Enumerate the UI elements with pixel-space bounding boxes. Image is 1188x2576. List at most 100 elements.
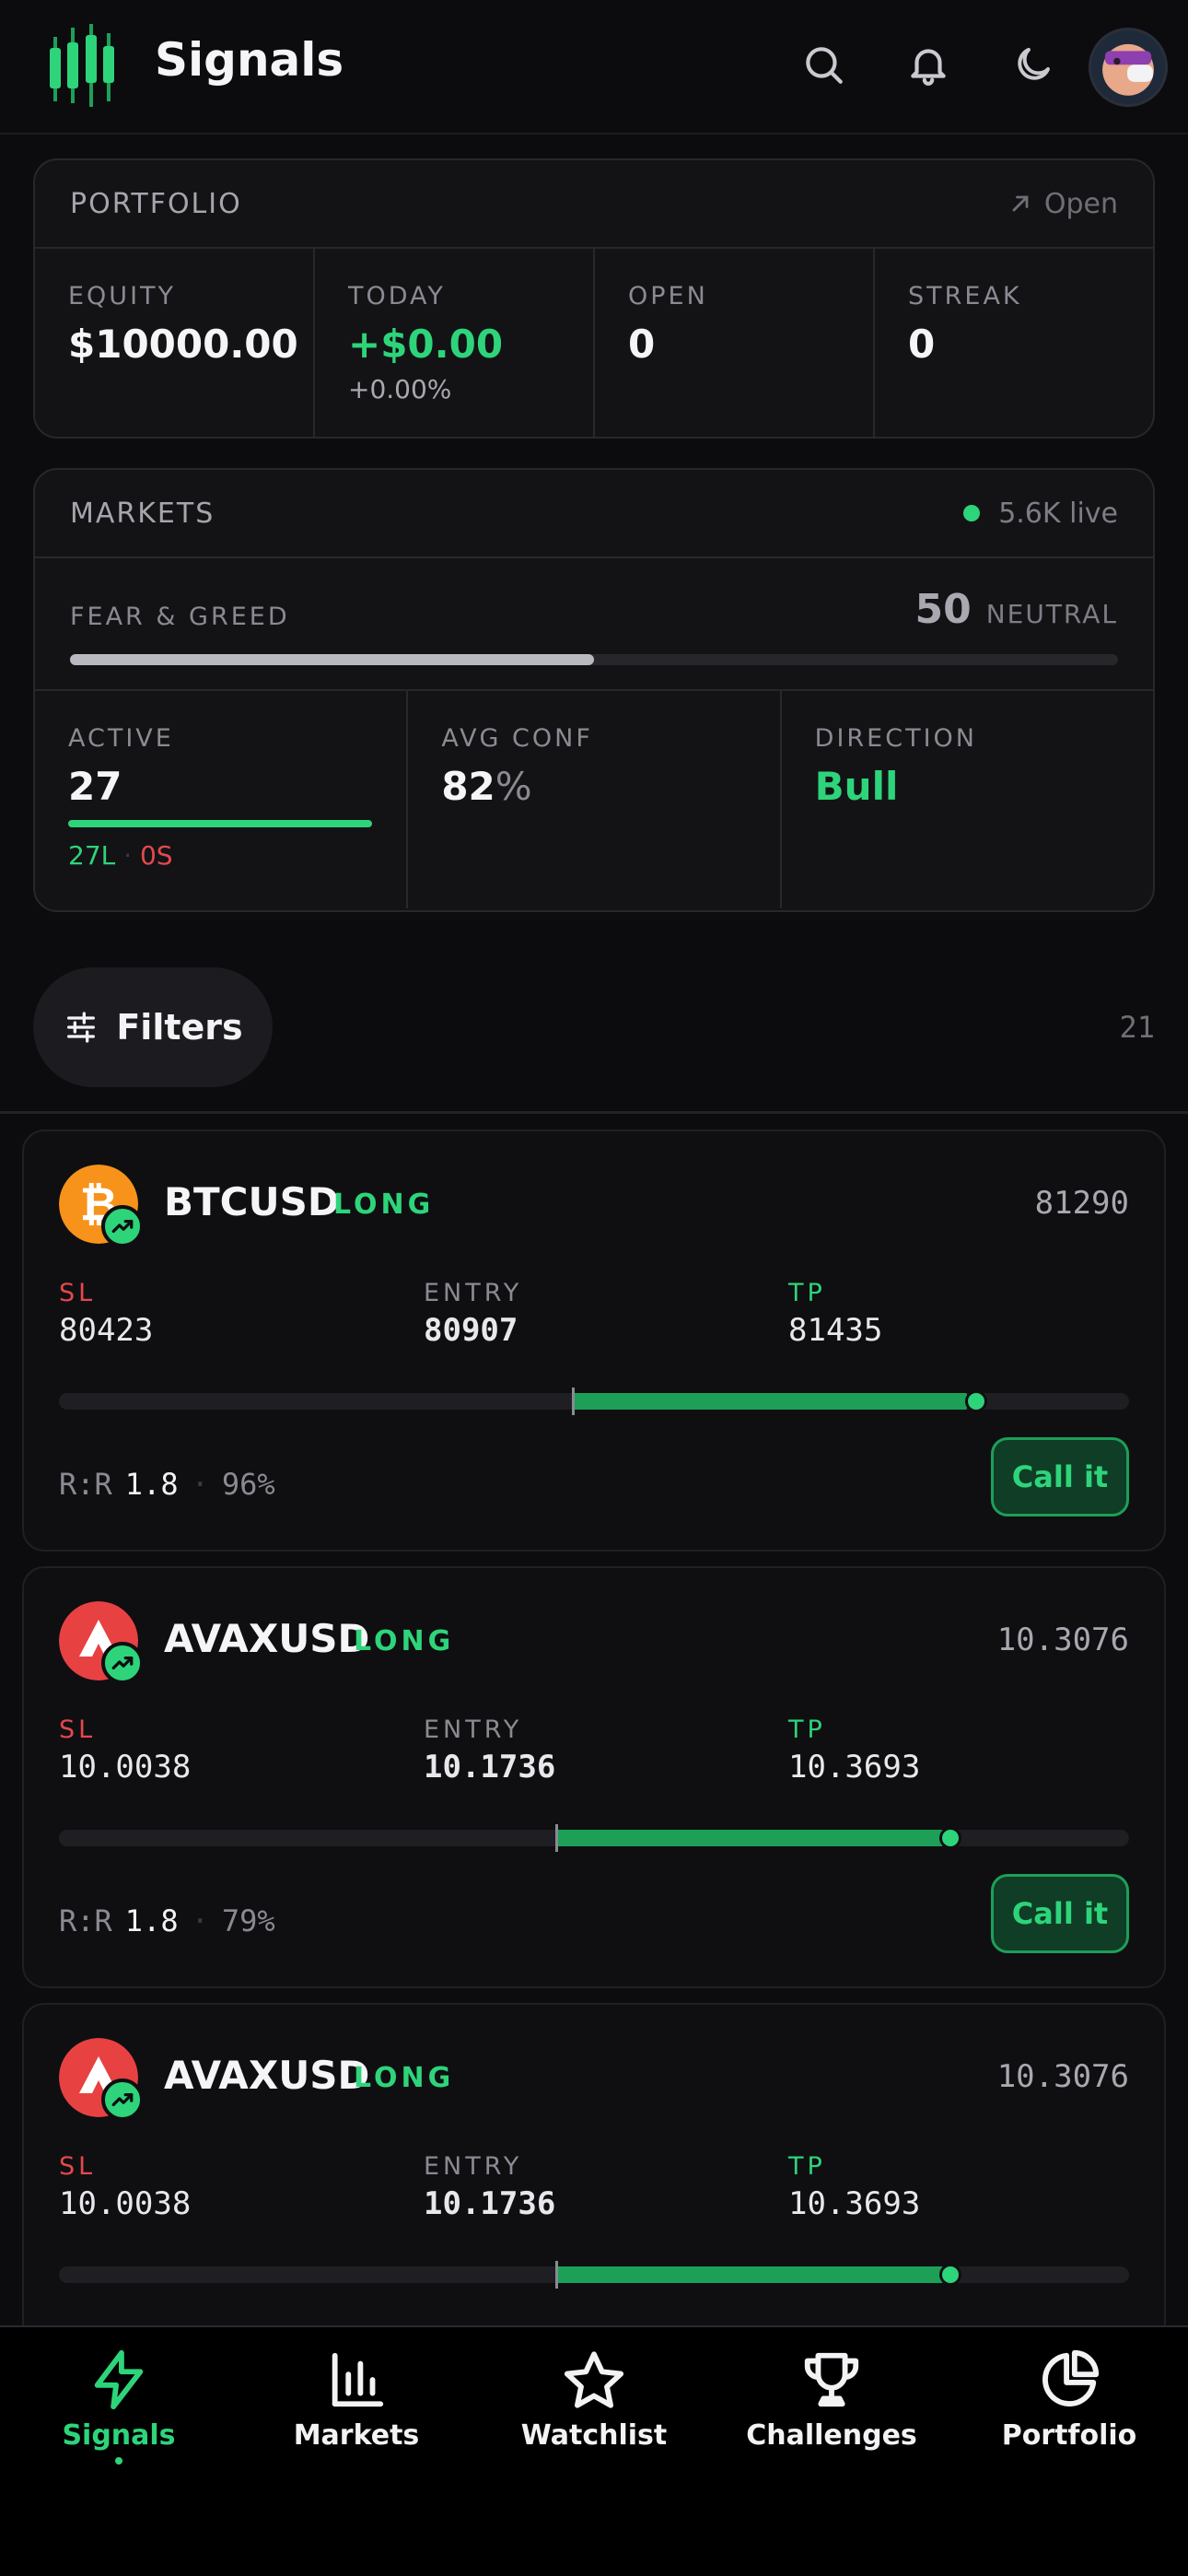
avatar[interactable]	[1089, 28, 1168, 107]
confidence: 96%	[221, 1467, 275, 1502]
signal-card[interactable]: ₿ BTCUSD LONG 81290 SL ENTRY TP 80423 80…	[22, 1130, 1166, 1551]
signal-symbol: AVAXUSD	[164, 2053, 370, 2098]
avg-conf-unit: %	[495, 764, 532, 809]
trophy-icon	[804, 2352, 859, 2407]
stat-active: ACTIVE 27 27L · 0S	[35, 691, 409, 908]
markets-header: MARKETS 5.6K live	[35, 470, 1153, 558]
signal-direction: LONG	[354, 1625, 455, 1657]
risk-reward: R:R 1.8 · 96%	[59, 1467, 275, 1502]
nav-label: Watchlist	[520, 2419, 668, 2452]
current-price-dot	[965, 1390, 987, 1412]
trend-up-badge	[101, 2078, 144, 2121]
nav-item-challenges[interactable]: Challenges	[713, 2327, 950, 2576]
stat-value: $10000.00	[68, 322, 298, 367]
trend-up-icon	[111, 2092, 134, 2107]
app-header: Signals	[0, 0, 1188, 135]
stat-direction: DIRECTION Bull	[782, 691, 1153, 908]
price-range-track	[59, 1824, 1129, 1852]
bolt-icon	[94, 2349, 144, 2410]
divider	[0, 1111, 1188, 1114]
markets-stats: ACTIVE 27 27L · 0S AVG CONF 82% DIRECTIO…	[35, 691, 1153, 908]
separator: ·	[191, 1903, 209, 1938]
current-price-dot	[939, 2264, 961, 2286]
call-it-button[interactable]: Call it	[991, 1437, 1129, 1516]
nav-label: Challenges	[746, 2419, 917, 2452]
nav-item-signals[interactable]: Signals	[0, 2327, 238, 2576]
signal-symbol: BTCUSD	[164, 1179, 340, 1224]
nav-item-markets[interactable]: Markets	[238, 2327, 475, 2576]
live-dot	[963, 505, 981, 521]
stat-equity: EQUITY $10000.00	[35, 249, 315, 437]
entry-label: ENTRY	[424, 2152, 523, 2181]
bottom-nav: Signals Markets Watchlist Challenges Por…	[0, 2325, 1188, 2576]
theme-toggle-button[interactable]	[1006, 37, 1061, 92]
bell-icon	[911, 49, 946, 86]
signal-price: 10.3076	[996, 2058, 1129, 2095]
nav-label: Signals	[62, 2419, 176, 2452]
avg-conf-number: 82	[441, 764, 495, 809]
avatar-image	[1091, 30, 1165, 104]
current-price-dot	[939, 1827, 961, 1849]
pie-chart-icon	[1042, 2349, 1100, 2406]
signal-symbol: AVAXUSD	[164, 1616, 370, 1661]
stat-label: AVG CONF	[441, 724, 593, 753]
active-indicator	[115, 2457, 122, 2465]
risk-reward: R:R 1.8 · 79%	[59, 1903, 275, 1938]
nav-item-portfolio[interactable]: Portfolio	[950, 2327, 1188, 2576]
sl-value: 10.0038	[59, 1749, 192, 1786]
signal-count: 21	[1119, 1010, 1155, 1045]
trend-up-badge	[101, 1205, 144, 1247]
tp-value: 81435	[788, 1312, 883, 1349]
entry-label: ENTRY	[424, 1279, 523, 1307]
bar-chart-icon	[332, 2352, 384, 2407]
fear-greed-word: NEUTRAL	[985, 599, 1118, 629]
stat-label: STREAK	[908, 282, 1022, 310]
arrow-up-right-icon	[1012, 195, 1029, 212]
star-icon	[564, 2351, 624, 2408]
call-it-button[interactable]: Call it	[991, 1874, 1129, 1953]
live-indicator: 5.6K live	[963, 498, 1118, 530]
entry-value: 10.1736	[424, 1749, 556, 1786]
signal-direction: LONG	[333, 1188, 435, 1221]
entry-value: 10.1736	[424, 2185, 556, 2222]
fear-greed-value: 50 NEUTRAL	[914, 586, 1118, 633]
sl-value: 10.0038	[59, 2185, 192, 2222]
candlestick-logo-icon	[50, 24, 114, 107]
signal-card[interactable]: AVAXUSD LONG 10.3076 SL ENTRY TP 10.0038…	[22, 1566, 1166, 1988]
fear-greed-label: FEAR & GREED	[70, 603, 290, 631]
stat-label: DIRECTION	[814, 724, 977, 753]
signal-direction: LONG	[354, 2062, 455, 2094]
signal-price: 81290	[1034, 1185, 1129, 1222]
stat-value: 27	[68, 764, 122, 809]
search-button[interactable]	[796, 37, 851, 92]
entry-label: ENTRY	[424, 1715, 523, 1744]
tp-label: TP	[788, 1715, 826, 1744]
trend-up-icon	[111, 1219, 134, 1234]
active-long-bar	[68, 820, 372, 827]
stat-label: ACTIVE	[68, 724, 174, 753]
stat-value: 82%	[441, 764, 746, 809]
app-title: Signals	[155, 33, 344, 87]
fear-greed-track	[70, 654, 1118, 665]
price-range-fill	[556, 1830, 943, 1846]
stat-sub: +0.00%	[348, 374, 452, 404]
sl-value: 80423	[59, 1312, 154, 1349]
trend-up-badge	[101, 1642, 144, 1684]
confidence: 79%	[221, 1903, 275, 1938]
tp-value: 10.3693	[788, 2185, 921, 2222]
search-icon	[806, 47, 843, 84]
portfolio-open-link[interactable]: Open	[1007, 188, 1118, 220]
price-range-track	[59, 1388, 1129, 1415]
stat-label: OPEN	[628, 282, 708, 310]
markets-title: MARKETS	[70, 497, 215, 530]
markets-card: MARKETS 5.6K live FEAR & GREED 50 NEUTRA…	[33, 468, 1155, 912]
entry-tick	[572, 1388, 575, 1415]
price-range-fill	[573, 1393, 967, 1410]
notifications-button[interactable]	[901, 37, 956, 92]
nav-item-watchlist[interactable]: Watchlist	[475, 2327, 713, 2576]
price-range-fill	[556, 2266, 943, 2283]
filters-label: Filters	[116, 1007, 243, 1048]
stat-today: TODAY +$0.00 +0.00%	[315, 249, 595, 437]
filters-button[interactable]: Filters	[33, 967, 273, 1087]
fear-greed-fill	[70, 654, 594, 665]
